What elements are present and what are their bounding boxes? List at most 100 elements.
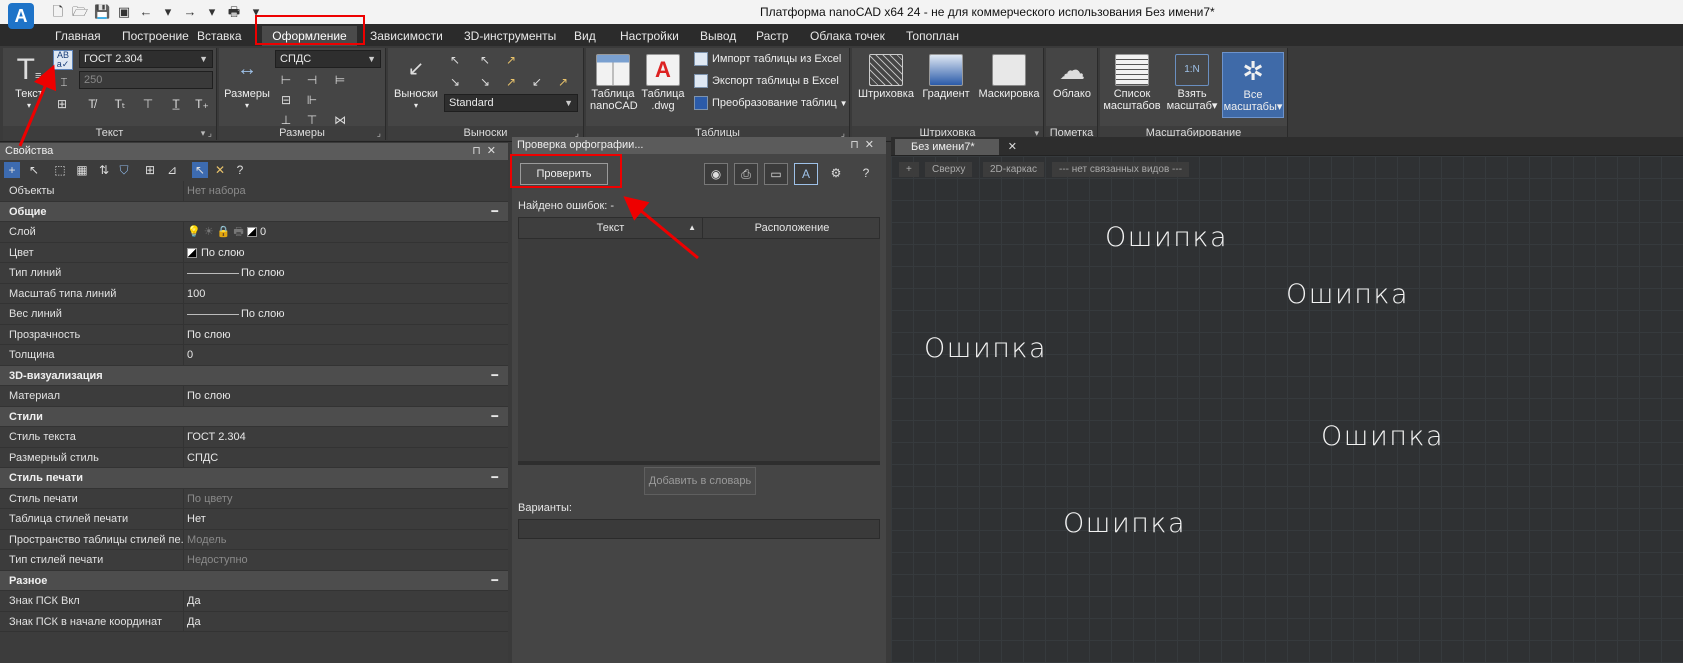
save-all-icon[interactable]: ▣ [116, 4, 132, 20]
add-to-dictionary-button[interactable]: Добавить в словарь [644, 467, 756, 495]
collapse-icon[interactable]: ━ [491, 571, 498, 591]
select-similar-icon[interactable]: ⇅ [96, 162, 112, 178]
redo-icon[interactable]: → [182, 4, 198, 20]
property-value[interactable]: 100 [187, 284, 504, 304]
tab-raster[interactable]: Растр [746, 26, 798, 46]
select-error-icon[interactable]: ⎙ [734, 163, 758, 185]
dim-angular-icon[interactable]: ⊩ [303, 92, 321, 108]
collapse-icon[interactable]: ━ [491, 202, 498, 222]
leader-style-combo[interactable]: Standard ▼ [444, 94, 578, 112]
tab-insert[interactable]: Вставка [187, 26, 252, 46]
tab-3d-tools[interactable]: 3D-инструменты [454, 26, 566, 46]
pick-add-icon[interactable]: ⊿ [164, 162, 180, 178]
panel-splitter[interactable] [518, 461, 880, 465]
tab-point-clouds[interactable]: Облака точек [800, 26, 895, 46]
undo-icon[interactable]: ← [138, 4, 154, 20]
property-value[interactable]: По слою [187, 243, 504, 263]
drawing-text[interactable]: Ошипка [1321, 421, 1444, 452]
property-row[interactable]: Знак ПСК Вкл Да [0, 591, 508, 612]
view-frame-icon[interactable]: ▭ [764, 163, 788, 185]
take-scale-button[interactable]: 1:N Взять масштаб▾ [1164, 54, 1220, 112]
leader-remove-icon[interactable]: ↖ [476, 52, 494, 68]
document-tab[interactable]: Без имени7* ✕ [895, 139, 1017, 155]
collapse-icon[interactable]: ━ [491, 366, 498, 386]
help-icon[interactable]: ? [232, 162, 248, 178]
column-text[interactable]: Текст ▲ [519, 218, 703, 238]
spellcheck-help-icon[interactable]: ? [854, 163, 878, 185]
property-row[interactable]: Масштаб типа линий 100 [0, 283, 508, 304]
select-cursor-icon[interactable]: ↖ [26, 162, 42, 178]
import-excel-button[interactable]: Импорт таблицы из Excel [694, 50, 841, 68]
property-value[interactable]: Недоступно [187, 550, 504, 570]
dim-aligned-icon[interactable]: ⊣ [303, 72, 321, 88]
deselect-icon[interactable]: ✕ [212, 162, 228, 178]
table-dwg-button[interactable]: A Таблица .dwg [640, 54, 686, 112]
leaders-button[interactable]: ↙ Выноски ▾ [392, 54, 440, 112]
drawing-text[interactable]: Ошипка [1063, 508, 1186, 539]
open-folder-icon[interactable]: 🗁 [72, 4, 88, 20]
spellcheck-panel-controls[interactable]: ⊓✕ [850, 137, 880, 154]
leader-align-icon[interactable]: ↗ [502, 52, 520, 68]
text-add-icon[interactable]: T₊ [193, 96, 211, 112]
scale-list-button[interactable]: Список масштабов [1102, 54, 1162, 112]
print-icon[interactable]: 🖶 [226, 4, 242, 20]
save-icon[interactable]: 💾 [94, 4, 110, 20]
tab-home[interactable]: Главная [45, 26, 111, 46]
property-value[interactable]: Да [187, 591, 504, 611]
collapse-icon[interactable]: ━ [491, 468, 498, 488]
collapse-icon[interactable]: ━ [491, 407, 498, 427]
text-frame-icon[interactable]: ⊞ [53, 96, 71, 112]
text-justify-icon[interactable]: Tₜ [111, 96, 129, 112]
pickadd-toggle-icon[interactable]: ↖ [192, 162, 208, 178]
tab-topoplan[interactable]: Топоплан [896, 26, 969, 46]
text-height-combo[interactable]: 250 [79, 71, 213, 89]
drawing-text[interactable]: Ошипка [924, 333, 1047, 364]
property-row[interactable]: Стиль печати По цвету [0, 488, 508, 509]
property-row[interactable]: Размерный стиль СПДС [0, 447, 508, 468]
tab-construction[interactable]: Построение [112, 26, 199, 46]
property-value[interactable]: 0 [187, 345, 504, 365]
column-location[interactable]: Расположение [704, 218, 880, 238]
property-row[interactable]: Цвет По слою [0, 242, 508, 263]
settings-gear-icon[interactable]: ⚙ [824, 163, 848, 185]
variants-list[interactable] [518, 519, 880, 539]
spellcheck-icon[interactable]: AB a✓ [53, 50, 73, 70]
select-all-icon[interactable]: ▦ [74, 162, 90, 178]
property-value[interactable]: По цвету [187, 489, 504, 509]
dimension-style-combo[interactable]: СПДС ▼ [275, 50, 381, 68]
property-value[interactable]: Модель [187, 530, 504, 550]
export-excel-button[interactable]: Экспорт таблицы в Excel [694, 72, 839, 90]
drawing-text[interactable]: Ошипка [1105, 222, 1228, 253]
viewport-menu-button[interactable]: + [899, 162, 919, 177]
property-value[interactable]: По слою [187, 386, 504, 406]
panel-controls[interactable]: ⊓✕ [472, 143, 502, 160]
property-section[interactable]: Стиль печати ━ [0, 468, 508, 489]
tab-output[interactable]: Вывод [690, 26, 746, 46]
property-row[interactable]: Таблица стилей печати Нет [0, 509, 508, 530]
view-top-button[interactable]: Сверху [925, 162, 973, 177]
model-viewport[interactable]: + Сверху 2D-каркас --- нет связанных вид… [891, 155, 1683, 663]
property-section[interactable]: Общие ━ [0, 201, 508, 222]
text-filter-icon[interactable]: A [794, 163, 818, 185]
errors-list[interactable] [518, 239, 880, 461]
visual-style-button[interactable]: 2D-каркас [983, 162, 1044, 177]
text-underline-icon[interactable]: T̲ [167, 96, 185, 112]
text-edit-icon[interactable]: ⌶ [55, 74, 73, 90]
table-nanocad-button[interactable]: Таблица nanoCAD [590, 54, 638, 112]
select-frame-icon[interactable]: ⬚ [52, 162, 68, 178]
named-views-button[interactable]: --- нет связанных видов --- [1052, 162, 1190, 177]
quick-select-icon[interactable]: ⊞ [142, 162, 158, 178]
redo-dropdown-icon[interactable]: ▾ [204, 4, 220, 20]
property-row[interactable]: Вес линий По слою [0, 304, 508, 325]
tab-settings[interactable]: Настройки [610, 26, 689, 46]
property-value[interactable]: Нет набора [187, 181, 504, 201]
text-align-icon[interactable]: T̸ [83, 96, 101, 112]
property-value[interactable]: Да [187, 612, 504, 632]
property-section[interactable]: Разное ━ [0, 570, 508, 591]
undo-dropdown-icon[interactable]: ▾ [160, 4, 176, 20]
mask-button[interactable]: Маскировка [976, 54, 1042, 100]
hatch-button[interactable]: Штриховка [856, 54, 916, 100]
text-button[interactable]: T≡ Текст ▾ [7, 54, 51, 112]
property-row[interactable]: Знак ПСК в начале координат Да [0, 611, 508, 632]
cloud-button[interactable]: ☁ Облако [1048, 54, 1096, 100]
